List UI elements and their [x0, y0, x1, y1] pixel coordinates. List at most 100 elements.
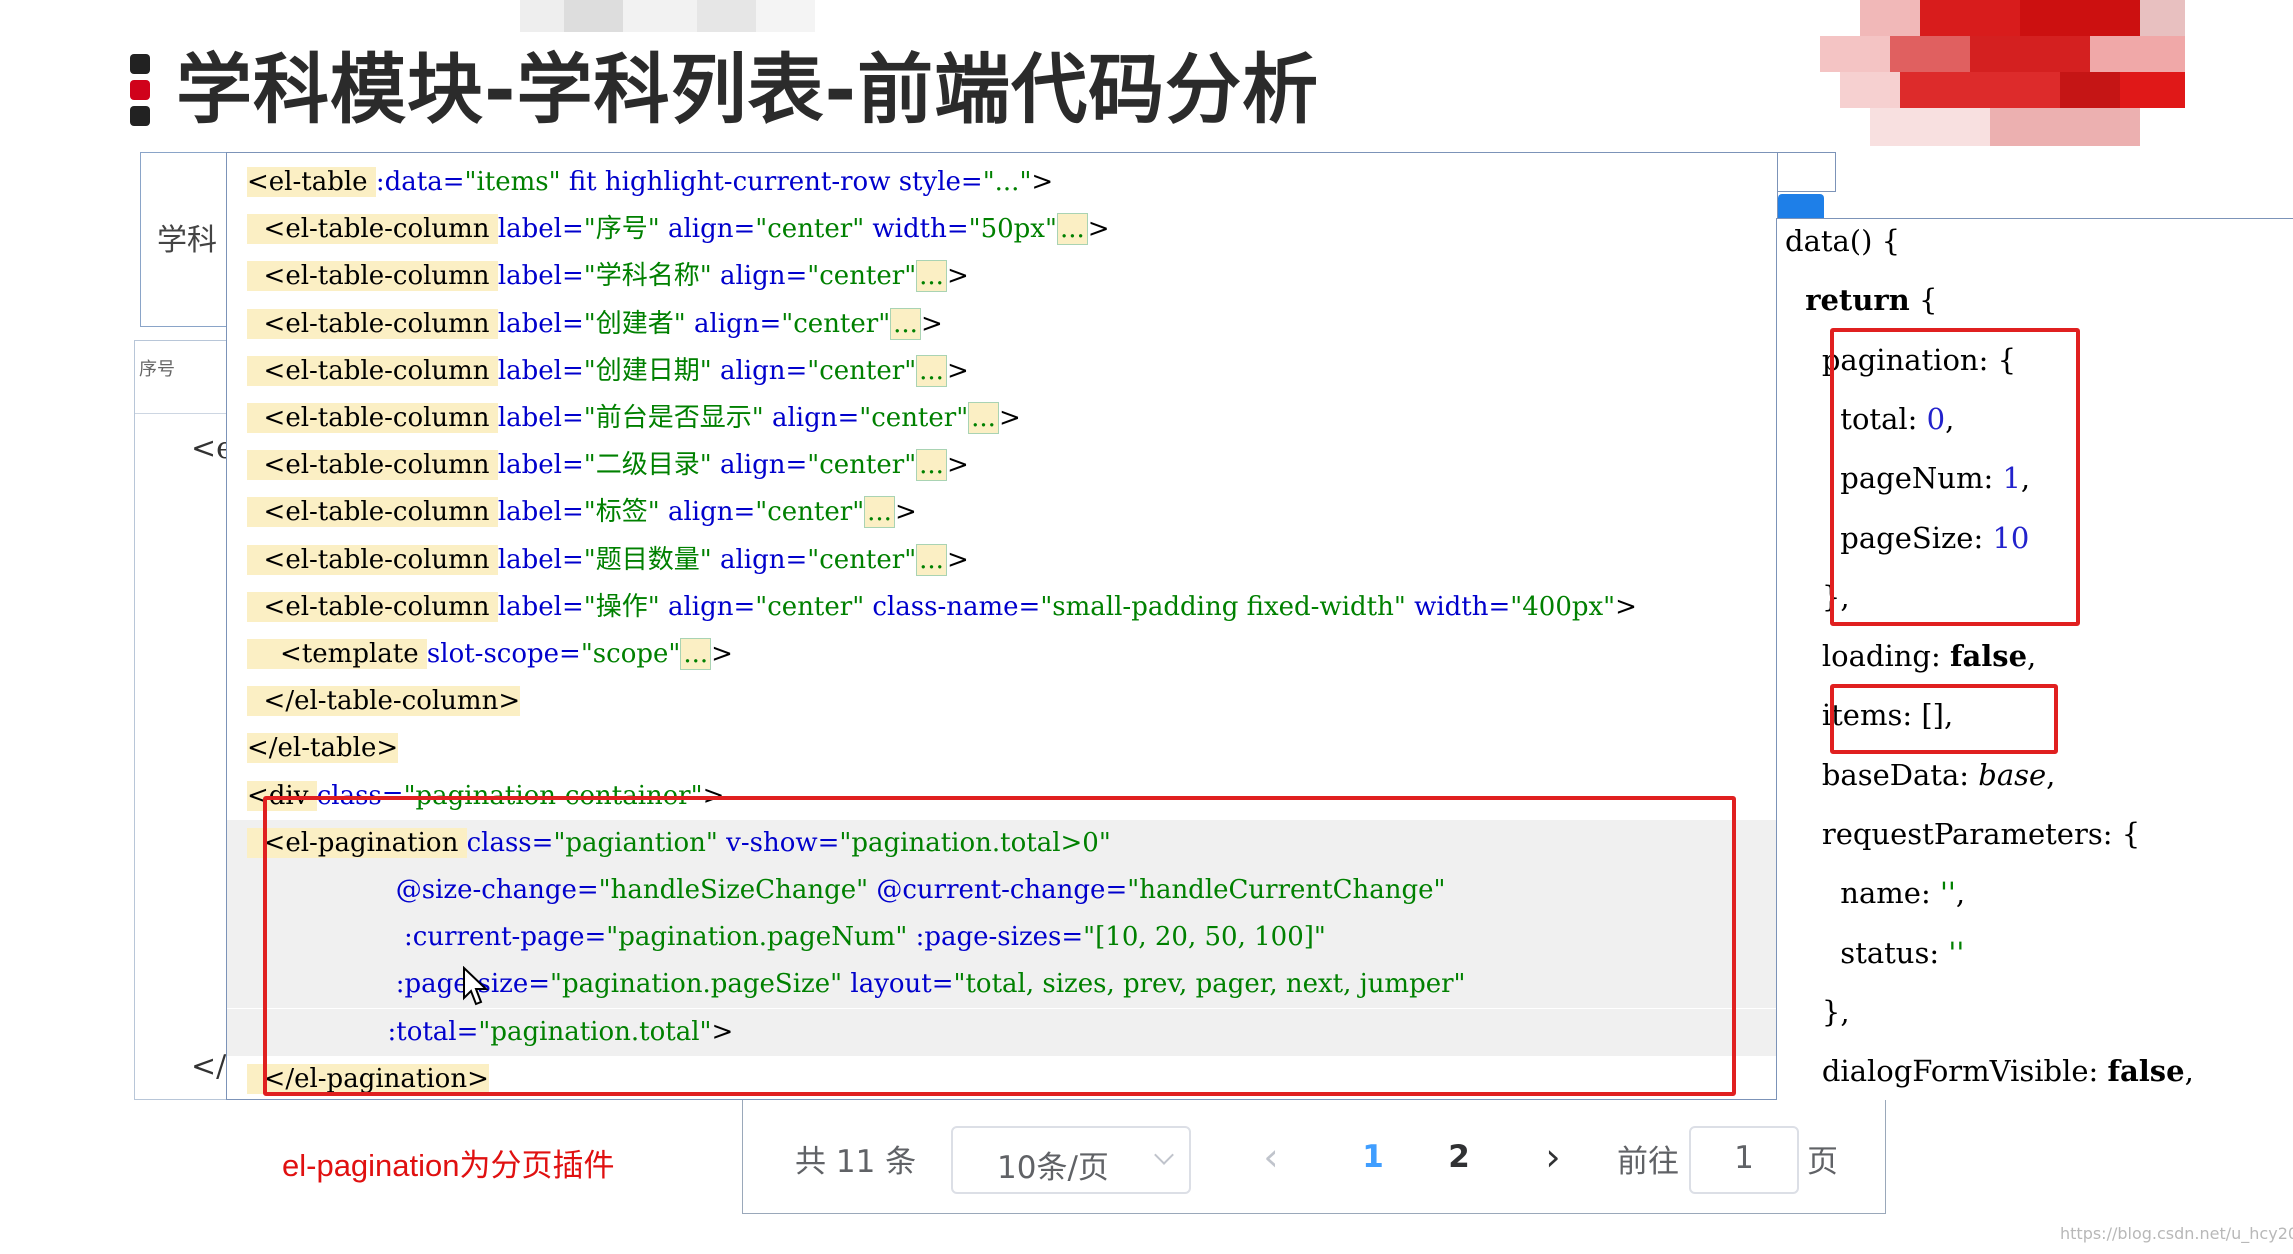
code-token: label= [497, 450, 584, 481]
code-line: <template slot-scope="scope"... > [227, 631, 1777, 678]
code-token: align= [659, 214, 756, 245]
code-token: ... [1056, 213, 1088, 246]
data-code-token: false [1949, 639, 2028, 674]
data-code-token: return [1785, 283, 1910, 318]
code-token: "前台是否显示" [583, 403, 764, 433]
code-token: > [998, 403, 1021, 433]
code-token: "标签" [583, 497, 660, 528]
blurred-logo [1820, 0, 2185, 148]
code-token: fit highlight-current-row style= [560, 167, 983, 197]
code-line: <el-table-column label="前台是否显示" align="c… [227, 395, 1777, 442]
side-tab[interactable] [1778, 152, 1836, 192]
code-token: "操作" [583, 591, 660, 622]
data-code-line: name: '', [1785, 873, 1965, 913]
code-token: <el-table-column [247, 308, 498, 339]
code-token: "二级目录" [583, 450, 712, 481]
data-code-line: requestParameters: { [1785, 814, 2140, 854]
code-token: > [711, 639, 733, 669]
code-token: align= [763, 403, 860, 433]
code-token: align= [659, 497, 756, 528]
code-token: <el-table-column [247, 497, 498, 528]
side-tab-active[interactable] [1778, 194, 1824, 218]
code-line: </el-table-column> [227, 678, 1777, 725]
code-token: <el-table-column [247, 544, 498, 575]
page-number-button[interactable]: 1 [1345, 1122, 1401, 1192]
pagination-data-highlight-box [1830, 328, 2080, 626]
code-token: "center" [781, 308, 891, 339]
code-token: > [1031, 167, 1054, 197]
code-token: "center" [807, 261, 917, 292]
code-token: <el-table-column [247, 591, 498, 622]
data-code-token: data() { [1785, 224, 1901, 258]
data-code-token: , [1955, 876, 1966, 911]
page-size-value: 10条/页 [997, 1150, 1109, 1186]
code-line: <el-table-column label="标签" align="cente… [227, 489, 1777, 536]
data-code-token: , [2184, 1054, 2194, 1089]
code-line: <el-table-column label="序号" align="cente… [227, 206, 1777, 253]
items-data-highlight-box [1830, 684, 2058, 754]
background-subject-label: 学科 [157, 223, 217, 258]
code-token: label= [497, 544, 584, 575]
code-token: ... [968, 402, 999, 434]
code-line: <el-table-column label="学科名称" align="cen… [227, 253, 1777, 300]
code-token: "400px" [1510, 591, 1616, 622]
data-code-token: , [2046, 757, 2056, 792]
pagination-caption: el-pagination为分页插件 [282, 1148, 615, 1183]
code-token: class-name= [864, 591, 1041, 622]
code-token: <el-table-column [247, 450, 498, 481]
code-line: <el-table-column label="创建日期" align="cen… [227, 348, 1777, 395]
pagination-total: 共 11 条 [795, 1144, 917, 1180]
slide-title: 学科模块-学科列表-前端代码分析 [176, 45, 1320, 134]
title-marker-icon [130, 54, 150, 130]
code-token: > [946, 355, 969, 386]
code-token: "center" [859, 403, 969, 433]
background-table-header-label: 序号 [139, 359, 175, 380]
code-token: "50px" [968, 214, 1057, 245]
data-code-line: status: '' [1785, 933, 1964, 973]
code-token: "创建者" [583, 308, 686, 339]
next-page-button[interactable]: › [1525, 1122, 1581, 1192]
prev-page-button[interactable]: ‹ [1243, 1122, 1299, 1192]
goto-label: 前往 [1617, 1144, 1679, 1180]
page-suffix-label: 页 [1807, 1144, 1838, 1180]
page-size-select[interactable]: 10条/页 [951, 1126, 1191, 1194]
code-token: label= [497, 214, 584, 245]
data-code-token: false [2107, 1054, 2185, 1089]
goto-page-input[interactable]: 1 [1689, 1126, 1799, 1194]
code-token: ... [916, 449, 947, 482]
code-line: </el-table> [227, 725, 1777, 772]
background-table-header: 序号 [135, 341, 226, 414]
data-code-line: loading: false, [1785, 636, 2036, 676]
code-token: "items" [464, 167, 561, 197]
code-token: label= [497, 261, 584, 292]
page-number-button[interactable]: 2 [1431, 1122, 1487, 1192]
code-token: align= [711, 355, 808, 386]
data-code-token: baseData: [1785, 757, 1979, 792]
code-token: "center" [755, 214, 865, 245]
code-token: <el-table [247, 167, 376, 197]
code-token: > [1087, 214, 1110, 245]
data-code-token: dialogFormVisible: [1785, 1054, 2108, 1089]
code-token: "center" [755, 591, 865, 622]
code-token: ... [916, 543, 947, 576]
code-token: "center" [807, 450, 917, 481]
code-token: <template [247, 639, 427, 669]
code-token: label= [497, 403, 584, 433]
pagination-widget: 共 11 条 10条/页 ‹ 1 2 › 前往 1 页 [742, 1100, 1886, 1214]
code-token: ... [890, 307, 921, 340]
code-token: label= [497, 497, 584, 528]
data-code-token: base [1978, 757, 2047, 792]
pagination-highlight-box [263, 796, 1736, 1096]
code-token: "题目数量" [583, 544, 712, 575]
code-token: "序号" [583, 214, 660, 245]
code-token: align= [659, 591, 756, 622]
code-token: "small-padding fixed-width" [1040, 591, 1406, 622]
data-code-line: }, [1785, 992, 1850, 1032]
data-code-token: '' [1939, 876, 1956, 911]
code-token: ... [864, 496, 895, 529]
blurred-header-region [520, 0, 815, 32]
code-token: "center" [807, 544, 917, 575]
code-token: ... [916, 354, 947, 387]
code-token: "..." [982, 167, 1032, 197]
watermark: https://blog.csdn.net/u_hcy2000 [2060, 1224, 2293, 1243]
